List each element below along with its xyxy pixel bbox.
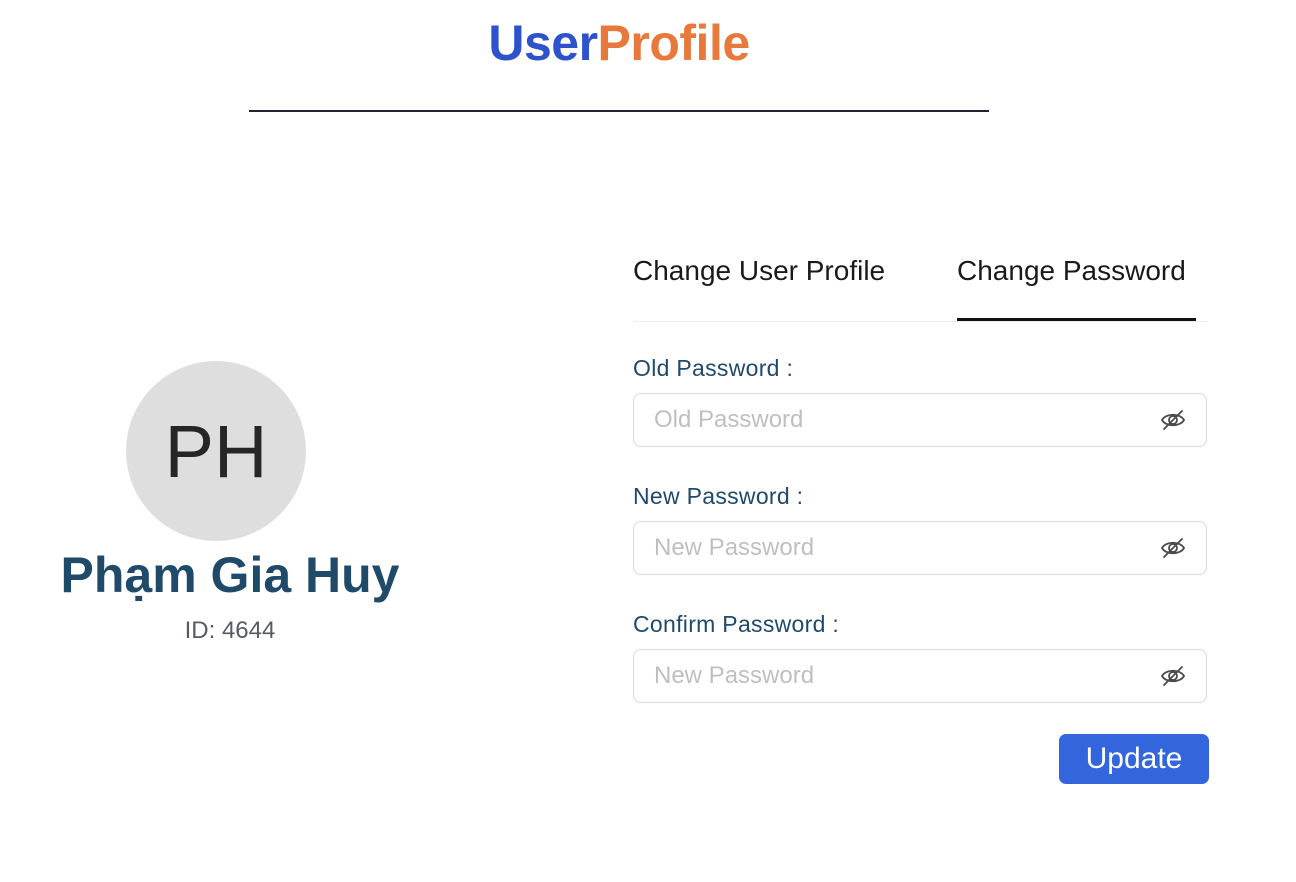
eye-slash-icon[interactable] [1160,408,1186,432]
user-name: Phạm Gia Huy [60,547,400,603]
old-password-input[interactable] [654,394,1134,446]
new-password-input[interactable] [654,522,1134,574]
user-id: ID: 4644 [184,617,276,644]
brand-title-user: User [488,15,598,71]
old-password-label: Old Password : [633,355,794,381]
tab-change-user-profile[interactable]: Change User Profile [633,240,885,320]
tab-change-password[interactable]: Change Password [957,240,1196,321]
settings-tabs: Change User Profile Change Password [633,240,1208,322]
confirm-password-label: Confirm Password : [633,611,840,637]
avatar-initials: PH [164,409,268,493]
brand-title-profile: Profile [597,15,751,71]
new-password-label: New Password : [633,483,804,509]
eye-slash-icon[interactable] [1160,536,1186,560]
confirm-password-input[interactable] [654,650,1134,702]
new-password-field-wrapper [633,521,1207,575]
header-divider [249,110,989,112]
update-button[interactable]: Update [1059,734,1209,784]
old-password-field-wrapper [633,393,1207,447]
eye-slash-icon[interactable] [1160,664,1186,688]
confirm-password-field-wrapper [633,649,1207,703]
app-brand-title: UserProfile [0,12,1238,74]
avatar: PH [126,361,306,541]
